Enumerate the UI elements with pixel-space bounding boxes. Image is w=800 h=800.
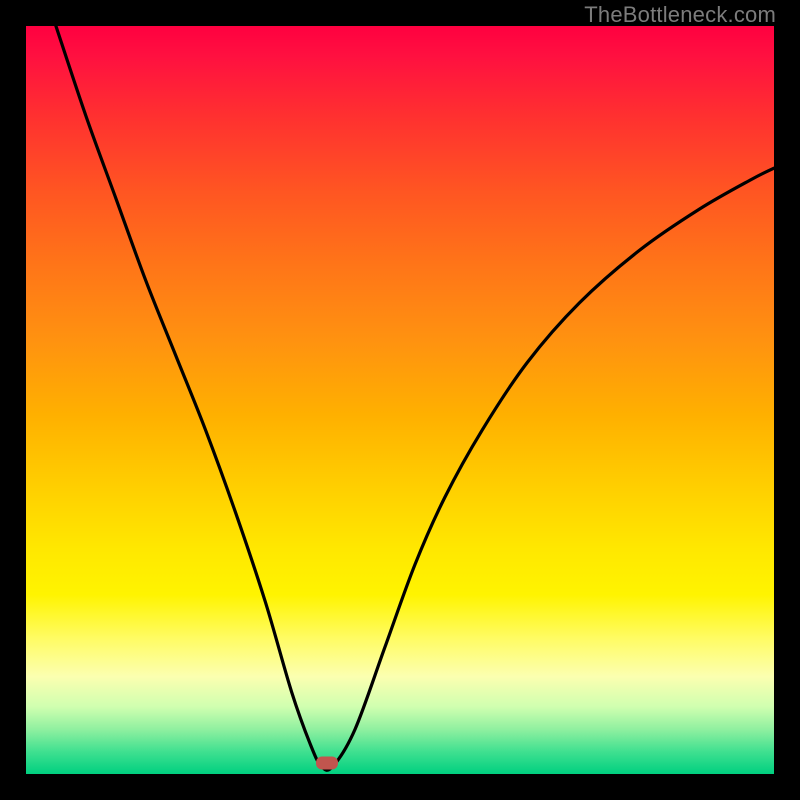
chart-frame: TheBottleneck.com bbox=[0, 0, 800, 800]
watermark-text: TheBottleneck.com bbox=[584, 2, 776, 28]
plot-area bbox=[26, 26, 774, 774]
bottleneck-curve bbox=[56, 26, 774, 770]
curve-svg bbox=[26, 26, 774, 774]
optimum-marker bbox=[316, 756, 338, 769]
